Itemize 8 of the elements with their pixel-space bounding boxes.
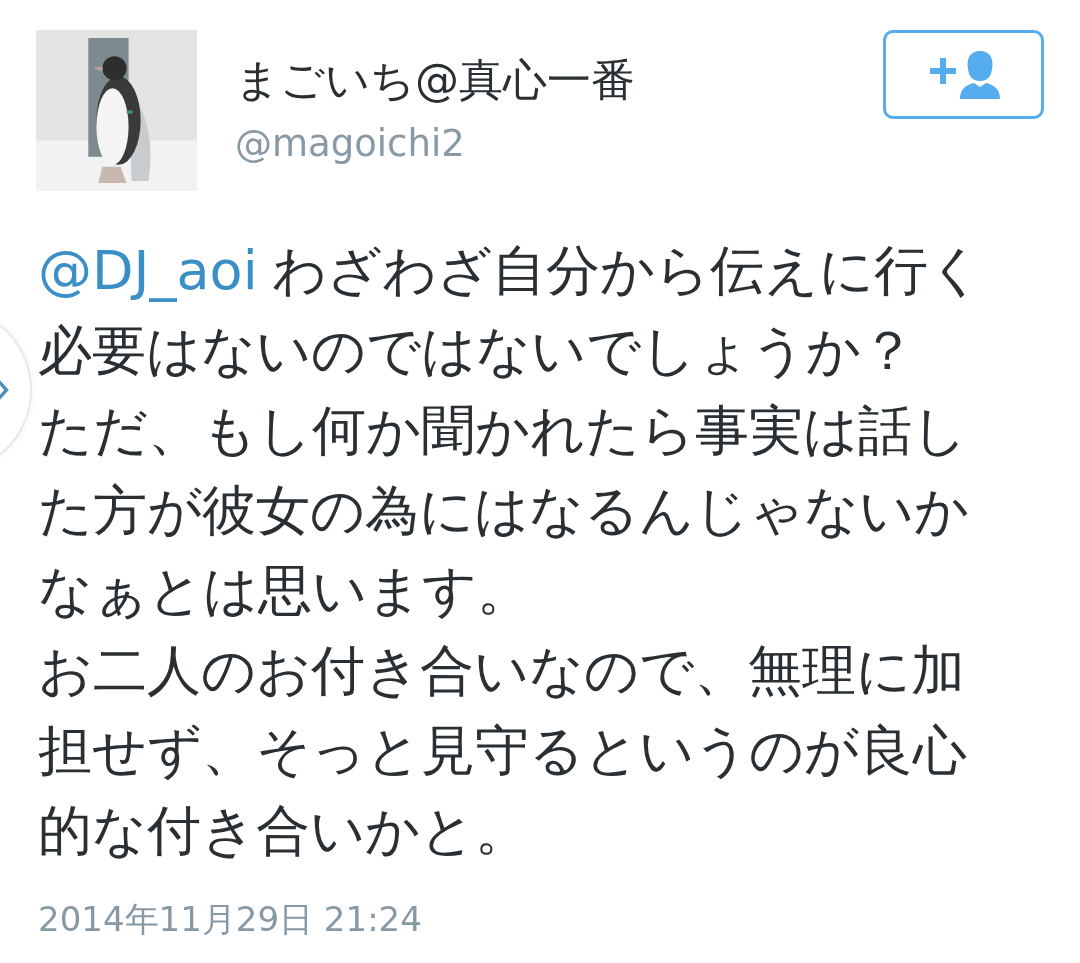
mention-link[interactable]: @DJ_aoi bbox=[38, 239, 258, 302]
tweet-text: ただ、もし何か聞かれたら事実は話した方が彼女の為にはなるんじゃないかなぁとは思います。 bbox=[38, 398, 970, 624]
tweet-text: @DJ_aoi わざわざ自分から伝えに行く必要はないのではないでしょうか？ bbox=[38, 238, 984, 384]
tweet-text: お二人のお付き合いなので、無理に加担せず、そっと見守るというのが良心的な付き合いかと。 bbox=[38, 638, 968, 864]
timestamp: 2014年11月29日 21:24 bbox=[38, 898, 423, 941]
user-name: まごいち@真心一番 bbox=[235, 53, 636, 107]
follow-button[interactable] bbox=[883, 30, 1044, 119]
user-handle: @magoichi2 bbox=[235, 121, 466, 167]
